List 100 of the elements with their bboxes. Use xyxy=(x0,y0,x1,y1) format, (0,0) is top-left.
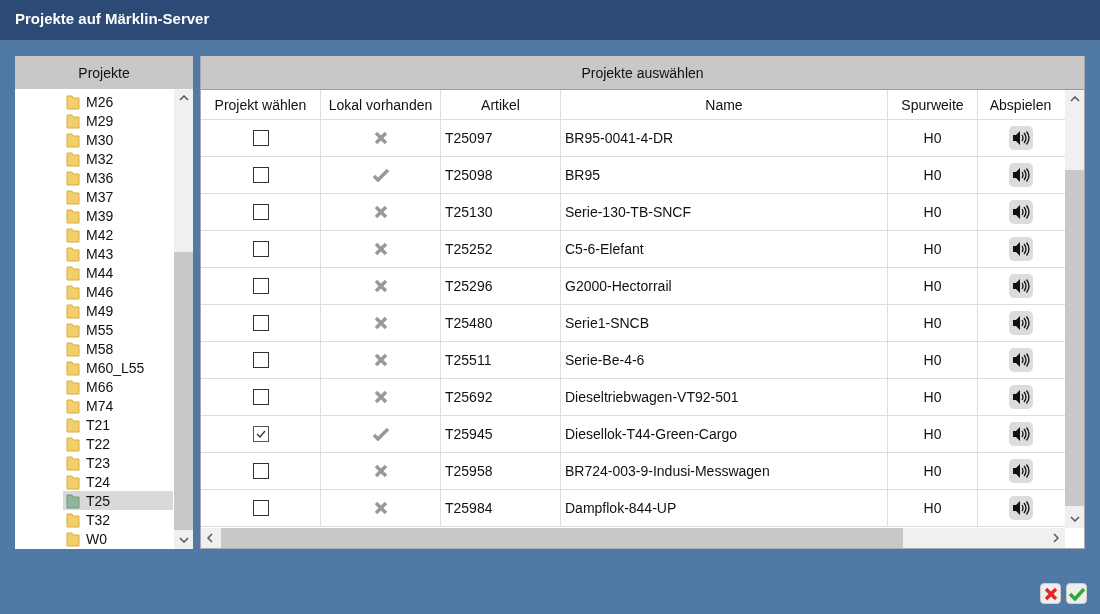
scroll-down-icon[interactable] xyxy=(1069,516,1080,522)
folder-icon xyxy=(66,169,80,186)
table-cell: Serie1-SNCB xyxy=(561,305,888,341)
checkbox[interactable] xyxy=(252,389,269,405)
tree-item[interactable]: M44 xyxy=(64,263,174,282)
table-cell: Dieseltriebwagen-VT92-501 xyxy=(561,379,888,415)
table-cell: Diesellok-T44-Green-Cargo xyxy=(561,416,888,452)
folder-icon xyxy=(66,340,80,357)
tree-item[interactable]: T25 xyxy=(63,491,173,510)
checkbox[interactable] xyxy=(252,167,269,183)
scroll-up-icon[interactable] xyxy=(178,95,189,101)
tree-item[interactable]: T23 xyxy=(64,453,174,472)
table-cell: Dampflok-844-UP xyxy=(561,490,888,526)
play-sound-button[interactable] xyxy=(1008,348,1033,372)
play-sound-button[interactable] xyxy=(1008,385,1033,409)
tree-item[interactable]: M49 xyxy=(64,301,174,320)
tree-item[interactable]: M30 xyxy=(64,130,174,149)
scroll-down-icon[interactable] xyxy=(178,537,189,543)
tree-item[interactable]: M39 xyxy=(64,206,174,225)
column-header: Lokal vorhanden xyxy=(321,90,441,119)
table-cell: C5-6-Elefant xyxy=(561,231,888,267)
checkbox[interactable] xyxy=(252,463,269,479)
folder-icon xyxy=(66,226,80,243)
tree-item[interactable]: M37 xyxy=(64,187,174,206)
speaker-icon xyxy=(1011,315,1030,331)
tick-icon xyxy=(254,428,267,440)
table-cell: T25130 xyxy=(441,194,561,230)
scroll-up-icon[interactable] xyxy=(1069,96,1080,102)
folder-icon xyxy=(66,359,80,376)
table-cell: T25958 xyxy=(441,453,561,489)
tree-item[interactable]: T22 xyxy=(64,434,174,453)
folder-icon xyxy=(66,378,80,395)
folder-icon xyxy=(66,511,80,528)
play-sound-button[interactable] xyxy=(1008,126,1033,150)
table-cell: T25692 xyxy=(441,379,561,415)
table-cell: T25984 xyxy=(441,490,561,526)
checkbox[interactable] xyxy=(252,204,269,220)
play-sound-button[interactable] xyxy=(1008,200,1033,224)
tree-item[interactable]: M74 xyxy=(64,396,174,415)
tree-item[interactable]: M43 xyxy=(64,244,174,263)
tree-item[interactable]: M29 xyxy=(64,111,174,130)
speaker-icon xyxy=(1011,500,1030,516)
tree-item[interactable]: M60_L55 xyxy=(64,358,174,377)
tree-item[interactable]: M42 xyxy=(64,225,174,244)
folder-icon xyxy=(66,435,80,452)
scrollbar[interactable] xyxy=(1065,90,1084,528)
scroll-right-icon[interactable] xyxy=(1053,533,1059,543)
column-header: Spurweite xyxy=(888,90,978,119)
tree-item[interactable]: T32 xyxy=(64,510,174,529)
scroll-left-icon[interactable] xyxy=(207,533,213,543)
tree-item[interactable]: W0 xyxy=(64,529,174,548)
table-cell: Serie-130-TB-SNCF xyxy=(561,194,888,230)
tree-item[interactable]: M58 xyxy=(64,339,174,358)
checkbox[interactable] xyxy=(252,426,269,442)
tree-item[interactable]: M55 xyxy=(64,320,174,339)
play-sound-button[interactable] xyxy=(1008,237,1033,261)
folder-icon xyxy=(66,473,80,490)
scrollbar[interactable] xyxy=(201,528,1065,548)
play-sound-button[interactable] xyxy=(1008,459,1033,483)
checkbox[interactable] xyxy=(252,315,269,331)
play-sound-button[interactable] xyxy=(1008,422,1033,446)
speaker-icon xyxy=(1011,241,1030,257)
tree-item[interactable]: M32 xyxy=(64,149,174,168)
speaker-icon xyxy=(1011,204,1030,220)
speaker-icon xyxy=(1011,167,1030,183)
folder-icon xyxy=(66,112,80,129)
play-sound-button[interactable] xyxy=(1008,274,1033,298)
tree-item[interactable]: M26 xyxy=(64,92,174,111)
folder-icon xyxy=(66,283,80,300)
checkbox[interactable] xyxy=(252,278,269,294)
table-cell: T25945 xyxy=(441,416,561,452)
folder-icon xyxy=(66,397,80,414)
checkbox[interactable] xyxy=(252,130,269,146)
table-cell: H0 xyxy=(888,379,978,415)
play-sound-button[interactable] xyxy=(1008,163,1033,187)
table-cell: H0 xyxy=(888,342,978,378)
play-sound-button[interactable] xyxy=(1008,311,1033,335)
folder-icon xyxy=(66,131,80,148)
cancel-button[interactable] xyxy=(1040,583,1061,604)
tree-item[interactable]: M46 xyxy=(64,282,174,301)
tree-item[interactable]: M66 xyxy=(64,377,174,396)
table-cell: BR95 xyxy=(561,157,888,193)
folder-icon xyxy=(66,93,80,110)
confirm-button[interactable] xyxy=(1066,583,1087,604)
table-cell: BR95-0041-4-DR xyxy=(561,120,888,156)
speaker-icon xyxy=(1011,352,1030,368)
folder-icon xyxy=(66,302,80,319)
tree-item[interactable]: T21 xyxy=(64,415,174,434)
checkbox[interactable] xyxy=(252,500,269,516)
checkbox[interactable] xyxy=(252,352,269,368)
folder-icon xyxy=(66,530,80,547)
tree-item[interactable]: M36 xyxy=(64,168,174,187)
table-cell: H0 xyxy=(888,305,978,341)
play-sound-button[interactable] xyxy=(1008,496,1033,520)
checkbox[interactable] xyxy=(252,241,269,257)
column-header: Name xyxy=(561,90,888,119)
scrollbar[interactable] xyxy=(174,89,193,549)
table-cell: T25098 xyxy=(441,157,561,193)
folder-icon xyxy=(66,416,80,433)
tree-item[interactable]: T24 xyxy=(64,472,174,491)
